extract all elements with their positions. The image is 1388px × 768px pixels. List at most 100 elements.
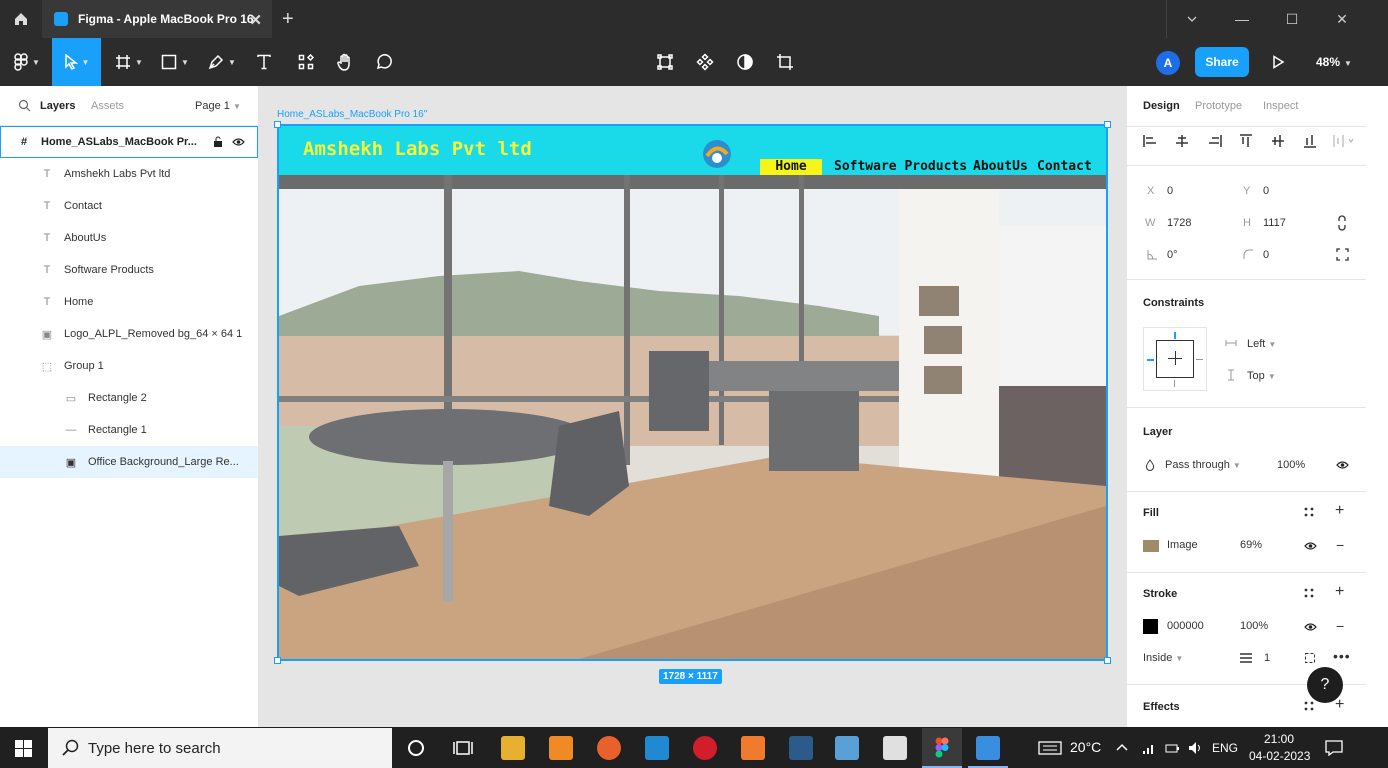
minimize-button[interactable]: —	[1217, 0, 1267, 38]
nav-software-products[interactable]: Software Products	[834, 159, 967, 174]
opera-icon[interactable]	[693, 736, 717, 760]
tab-inspect[interactable]: Inspect	[1263, 100, 1298, 112]
layer-row-text[interactable]: T Contact	[0, 190, 258, 222]
sublime-text-icon[interactable]	[549, 736, 573, 760]
align-center-vertical-icon[interactable]	[1271, 134, 1285, 148]
main-menu-button[interactable]: ▼	[8, 38, 46, 86]
hand-tool-button[interactable]	[333, 38, 357, 86]
tab-design[interactable]: Design	[1143, 100, 1180, 112]
nav-contact[interactable]: Contact	[1037, 159, 1092, 174]
help-button[interactable]: ?	[1307, 667, 1343, 703]
independent-corners-icon[interactable]	[1336, 248, 1349, 261]
stroke-weight-input[interactable]: 1	[1264, 652, 1270, 664]
mysql-workbench-icon[interactable]	[789, 736, 813, 760]
x-input[interactable]: 0	[1167, 185, 1173, 197]
layer-row-text[interactable]: T Software Products	[0, 254, 258, 286]
home-button[interactable]	[0, 0, 42, 38]
search-icon[interactable]	[18, 99, 31, 112]
tab-assets[interactable]: Assets	[91, 100, 124, 112]
notifications-icon[interactable]	[1325, 740, 1343, 756]
figma-taskbar-button[interactable]	[922, 728, 962, 768]
language-indicator[interactable]: ENG	[1212, 741, 1238, 755]
file-explorer-icon[interactable]	[501, 736, 525, 760]
close-window-button[interactable]: ✕	[1317, 0, 1367, 38]
layer-row-rectangle[interactable]: ▭ Rectangle 2	[0, 382, 258, 414]
shape-tool-button[interactable]: ▼	[156, 38, 194, 86]
resources-button[interactable]	[294, 38, 318, 86]
y-input[interactable]: 0	[1263, 185, 1269, 197]
site-title[interactable]: Amshekh Labs Pvt ltd	[303, 138, 532, 160]
layer-row-text[interactable]: T Amshekh Labs Pvt ltd	[0, 158, 258, 190]
volume-icon[interactable]	[1187, 740, 1203, 756]
stroke-opacity-input[interactable]: 100%	[1240, 620, 1268, 632]
layer-row-text[interactable]: T Home	[0, 286, 258, 318]
pen-tool-button[interactable]: ▼	[203, 38, 241, 86]
add-fill-icon[interactable]: +	[1335, 502, 1344, 520]
horizontal-constraint-dropdown[interactable]: Left ▼	[1247, 338, 1276, 350]
frame-home[interactable]: Amshekh Labs Pvt ltd Home Software Produ…	[277, 124, 1108, 661]
layer-row-text[interactable]: T AboutUs	[0, 222, 258, 254]
resize-handle[interactable]	[274, 657, 281, 664]
canvas[interactable]: Home_ASLabs_MacBook Pro 16" Amshekh Labs…	[259, 86, 1126, 727]
create-component-button[interactable]	[693, 38, 717, 86]
weather-icon[interactable]	[1038, 740, 1062, 756]
vertical-constraint-dropdown[interactable]: Top ▼	[1247, 370, 1276, 382]
mask-button[interactable]	[733, 38, 757, 86]
weather-temperature[interactable]: 20°C	[1070, 739, 1101, 755]
tab-prototype[interactable]: Prototype	[1195, 100, 1242, 112]
resize-handle[interactable]	[1104, 657, 1111, 664]
eye-icon[interactable]	[1304, 541, 1317, 551]
file-tab[interactable]: Figma - Apple MacBook Pro 16 ✕	[42, 0, 272, 38]
task-view-icon[interactable]	[453, 739, 473, 757]
network-icon[interactable]	[1141, 740, 1157, 756]
eye-icon[interactable]	[232, 137, 245, 150]
blend-mode-dropdown[interactable]: Pass through ▼	[1165, 459, 1241, 471]
app-icon[interactable]	[835, 736, 859, 760]
nav-home[interactable]: Home	[760, 159, 822, 175]
align-center-horizontal-icon[interactable]	[1175, 134, 1189, 148]
avatar[interactable]: A	[1156, 51, 1180, 75]
power-icon[interactable]	[1164, 740, 1180, 756]
page-selector[interactable]: Page 1 ▼	[195, 100, 241, 112]
stroke-sides-icon[interactable]	[1304, 652, 1316, 664]
new-tab-button[interactable]: +	[282, 8, 294, 31]
chevron-down-icon[interactable]	[1166, 0, 1216, 38]
chevron-up-icon[interactable]	[1116, 742, 1128, 752]
layer-row-image[interactable]: ▣ Logo_ALPL_Removed bg_64 × 64 1	[0, 318, 258, 350]
styles-grid-icon[interactable]	[1304, 507, 1314, 517]
fill-type[interactable]: Image	[1167, 539, 1198, 551]
lock-icon[interactable]	[213, 136, 223, 150]
rotation-input[interactable]: 0°	[1167, 249, 1178, 261]
cortana-icon[interactable]	[407, 739, 425, 757]
move-tool-button[interactable]: ▼	[52, 38, 101, 86]
remove-fill-icon[interactable]: −	[1336, 537, 1344, 553]
styles-grid-icon[interactable]	[1304, 701, 1314, 711]
constrain-proportions-icon[interactable]	[1336, 215, 1348, 231]
text-tool-button[interactable]	[252, 38, 276, 86]
fill-opacity-input[interactable]: 69%	[1240, 539, 1262, 551]
tab-close-icon[interactable]: ✕	[249, 11, 262, 29]
frame-selection-button[interactable]	[653, 38, 677, 86]
height-input[interactable]: 1117	[1263, 217, 1286, 229]
layer-row-group[interactable]: ⬚ Group 1	[0, 350, 258, 382]
layer-row-frame[interactable]: # Home_ASLabs_MacBook Pr...	[0, 126, 258, 158]
stroke-color-swatch[interactable]	[1143, 619, 1158, 634]
photos-taskbar-button[interactable]	[968, 728, 1008, 768]
width-input[interactable]: 1728	[1167, 217, 1191, 229]
align-right-icon[interactable]	[1208, 134, 1222, 148]
stroke-color-input[interactable]: 000000	[1167, 620, 1204, 632]
resize-handle[interactable]	[274, 121, 281, 128]
firefox-icon[interactable]	[597, 736, 621, 760]
clock-date[interactable]: 04-02-2023	[1249, 749, 1310, 763]
align-left-icon[interactable]	[1143, 134, 1157, 148]
image-fill-thumbnail[interactable]	[1143, 540, 1159, 552]
clapperboard-icon[interactable]	[883, 736, 907, 760]
frame-tool-button[interactable]: ▼	[110, 38, 148, 86]
eye-icon[interactable]	[1336, 460, 1349, 470]
clock-time[interactable]: 21:00	[1264, 732, 1294, 746]
add-stroke-icon[interactable]: +	[1335, 583, 1344, 601]
taskbar-search[interactable]: Type here to search	[48, 728, 392, 768]
resize-handle[interactable]	[1104, 121, 1111, 128]
nav-about-us[interactable]: AboutUs	[973, 159, 1028, 174]
constraints-widget[interactable]	[1143, 327, 1207, 391]
